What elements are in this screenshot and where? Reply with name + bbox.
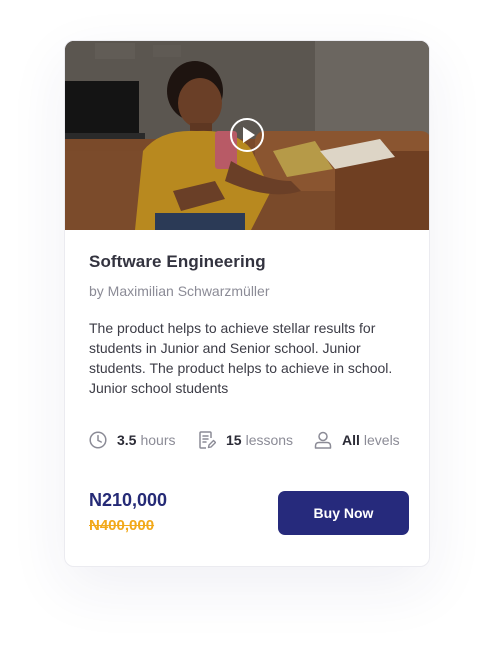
- course-author: by Maximilian Schwarzmüller: [89, 283, 270, 299]
- user-icon: [314, 431, 332, 449]
- lessons-value: 15: [226, 432, 242, 448]
- duration-info: 3.5 hours: [89, 430, 176, 450]
- lessons-info: 15 lessons: [198, 430, 293, 450]
- course-description: The product helps to achieve stellar res…: [89, 320, 393, 396]
- document-edit-icon: [198, 431, 216, 449]
- duration-unit: hours: [140, 432, 176, 448]
- course-card[interactable]: Software Engineering by Maximilian Schwa…: [64, 40, 430, 567]
- lessons-unit: lessons: [245, 432, 294, 448]
- level-info: All levels: [314, 430, 400, 450]
- course-title[interactable]: Software Engineering: [89, 252, 266, 272]
- course-thumbnail[interactable]: [65, 41, 429, 230]
- current-price: N210,000: [89, 490, 168, 510]
- play-button[interactable]: [230, 118, 264, 152]
- buy-now-button[interactable]: Buy Now: [278, 491, 409, 535]
- play-icon: [243, 127, 255, 143]
- level-value: All: [342, 432, 360, 448]
- duration-value: 3.5: [117, 432, 137, 448]
- level-unit: levels: [363, 432, 400, 448]
- original-price: N400,000: [89, 517, 155, 534]
- clock-icon: [89, 431, 107, 449]
